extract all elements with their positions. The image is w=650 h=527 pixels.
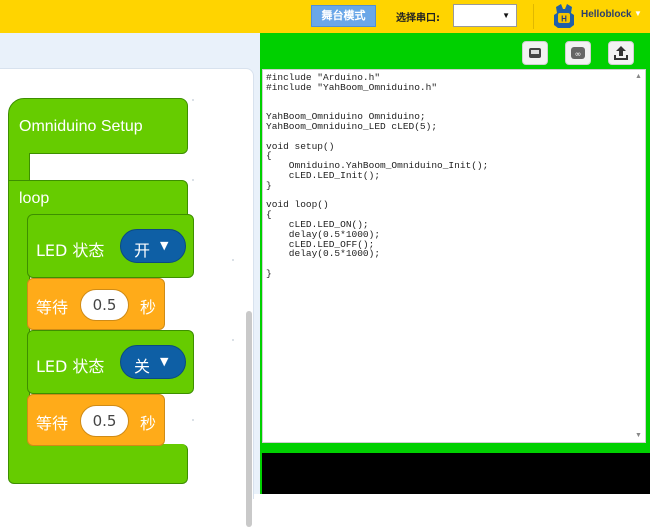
helloblock-logo-icon: H bbox=[554, 4, 574, 28]
led-state-label: LED 状态 bbox=[36, 357, 105, 376]
wait-seconds-input[interactable]: 0.5 bbox=[80, 405, 129, 437]
wait-block-1[interactable]: 等待 0.5 秒 bbox=[27, 278, 165, 330]
code-panel-header bbox=[260, 33, 650, 69]
upload-icon[interactable] bbox=[608, 41, 634, 65]
code-scrollbar[interactable]: ▲ ▼ bbox=[634, 71, 644, 441]
led-state-value: 关 bbox=[134, 357, 151, 376]
stage-mode-button[interactable]: 舞台模式 bbox=[311, 5, 376, 27]
dropdown-triangle-icon: ▼ bbox=[160, 355, 169, 368]
device-icon[interactable] bbox=[522, 41, 548, 65]
wait-block-2[interactable]: 等待 0.5 秒 bbox=[27, 394, 165, 446]
serial-monitor[interactable] bbox=[262, 453, 650, 494]
dropdown-triangle-icon: ▼ bbox=[160, 239, 169, 252]
wait-unit-label: 秒 bbox=[140, 414, 157, 433]
svg-text:H: H bbox=[561, 15, 567, 24]
workspace-scrollbar[interactable] bbox=[246, 311, 252, 527]
user-menu-caret-icon[interactable]: ▼ bbox=[634, 9, 642, 18]
code-text[interactable]: #include "Arduino.h" #include "YahBoom_O… bbox=[266, 73, 488, 279]
grid-dot bbox=[232, 259, 234, 261]
scroll-up-icon[interactable]: ▲ bbox=[635, 73, 642, 80]
serial-port-label: 选择串口: bbox=[396, 13, 440, 24]
wait-unit-label: 秒 bbox=[140, 298, 157, 317]
setup-block-label: Omniduino Setup bbox=[19, 118, 143, 135]
led-state-block-off[interactable]: LED 状态 关 ▼ bbox=[27, 330, 194, 394]
loop-block-bottom bbox=[8, 444, 188, 484]
grid-dot bbox=[192, 179, 194, 181]
grid-dot bbox=[192, 99, 194, 101]
dropdown-arrow-icon: ▼ bbox=[502, 11, 510, 20]
setup-block-stub bbox=[8, 153, 30, 183]
led-state-value: 开 bbox=[134, 241, 151, 260]
svg-text:∞: ∞ bbox=[575, 50, 582, 59]
top-bar: 舞台模式 选择串口: ▼ H Helloblock ▼ bbox=[0, 0, 650, 33]
wait-seconds-input[interactable]: 0.5 bbox=[80, 289, 129, 321]
loop-block[interactable]: loop bbox=[8, 180, 188, 218]
divider bbox=[533, 4, 534, 29]
wait-label: 等待 bbox=[36, 414, 69, 433]
led-state-dropdown-off[interactable]: 关 ▼ bbox=[120, 345, 186, 379]
setup-block[interactable]: Omniduino Setup bbox=[8, 98, 188, 154]
code-editor[interactable]: #include "Arduino.h" #include "YahBoom_O… bbox=[262, 69, 646, 443]
serial-port-select[interactable]: ▼ bbox=[453, 4, 517, 27]
led-state-dropdown-on[interactable]: 开 ▼ bbox=[120, 229, 186, 263]
led-state-label: LED 状态 bbox=[36, 241, 105, 260]
grid-dot bbox=[192, 419, 194, 421]
user-name[interactable]: Helloblock bbox=[581, 9, 632, 20]
arduino-icon[interactable]: ∞ bbox=[565, 41, 591, 65]
led-state-block-on[interactable]: LED 状态 开 ▼ bbox=[27, 214, 194, 278]
scroll-down-icon[interactable]: ▼ bbox=[635, 432, 642, 439]
wait-label: 等待 bbox=[36, 298, 69, 317]
loop-block-label: loop bbox=[19, 190, 50, 207]
grid-dot bbox=[232, 339, 234, 341]
